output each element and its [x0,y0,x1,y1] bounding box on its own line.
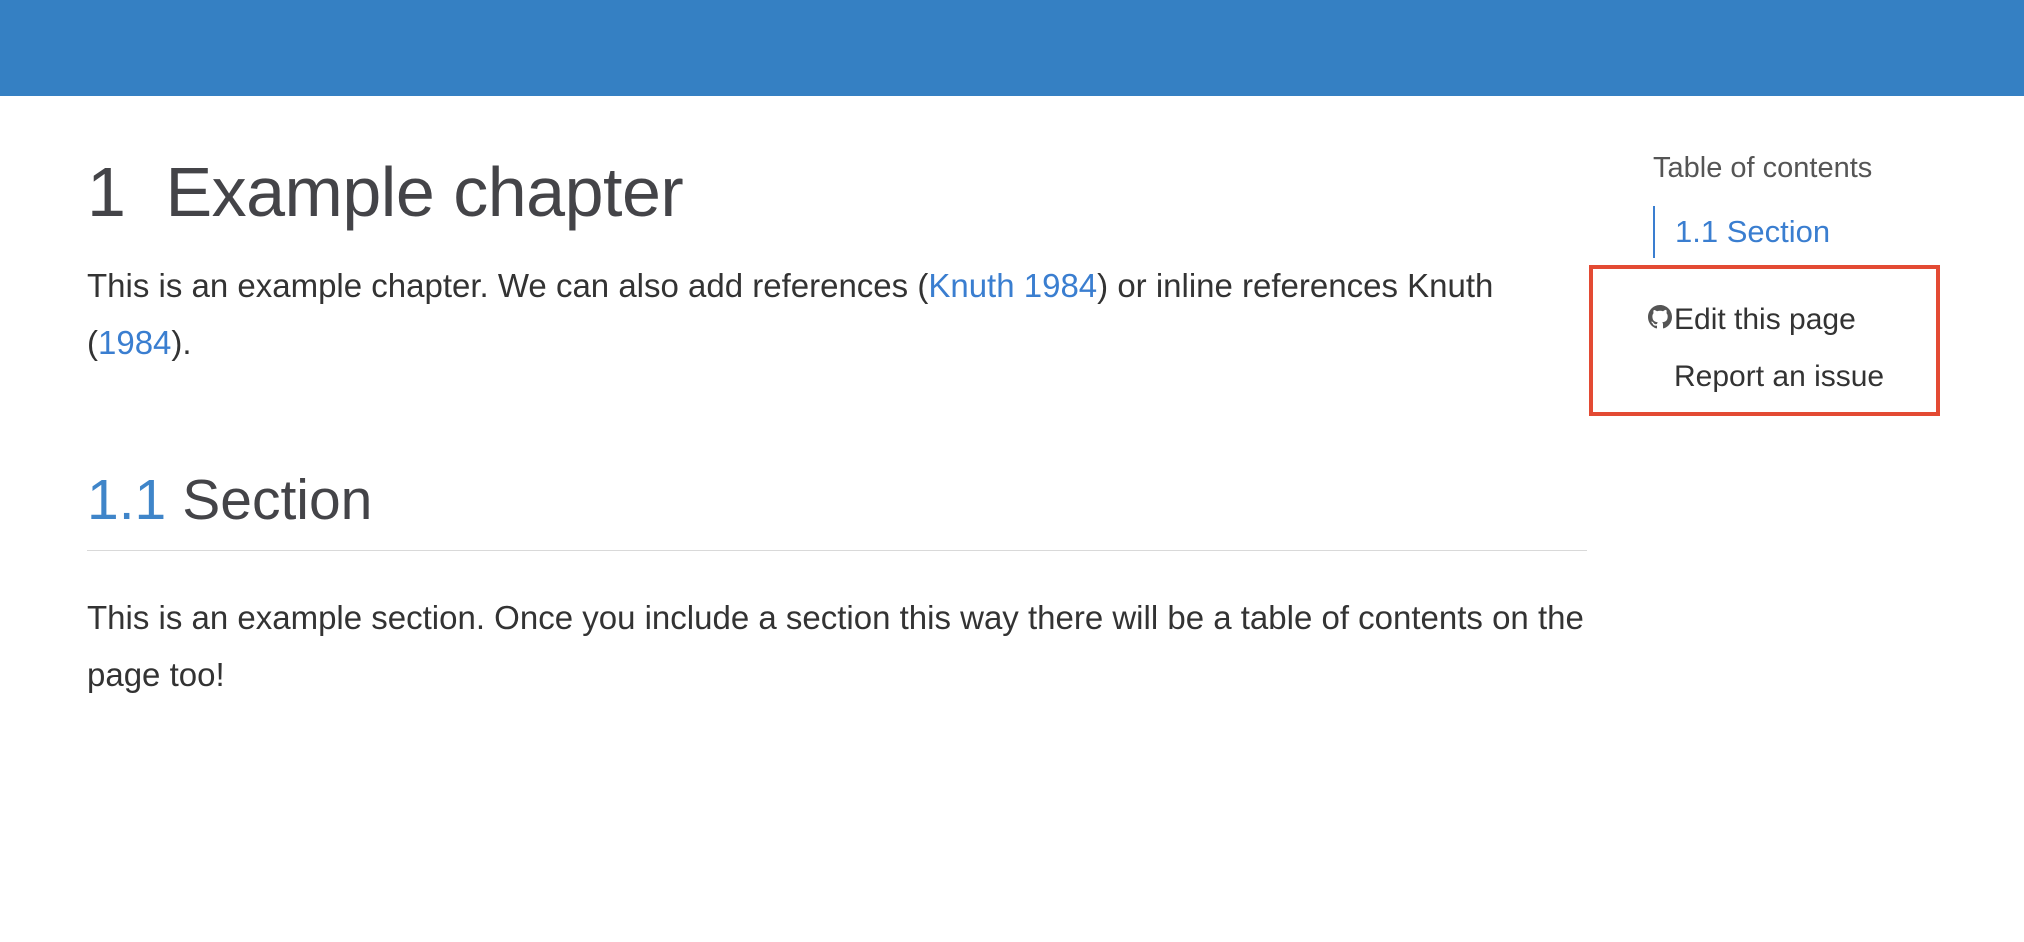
section-body: This is an example section. Once you inc… [87,598,1584,693]
toc-item-section[interactable]: 1.1 Section [1675,214,1830,250]
page-actions-highlight: Edit this page Report an issue [1589,265,1940,416]
report-issue-link[interactable]: Report an issue [1674,357,1884,397]
chapter-intro: This is an example chapter. We can also … [87,257,1587,371]
toc-list: 1.1 Section [1653,206,1983,258]
top-navbar [0,0,2024,96]
reference-link-1984[interactable]: 1984 [98,324,171,361]
reference-link-knuth-1984[interactable]: Knuth 1984 [928,267,1097,304]
section-heading: 1.1 Section [87,469,1587,551]
section-number: 1.1 [87,468,167,532]
section-title: Section [182,468,373,532]
chapter-number: 1 [87,153,126,231]
intro-text-1: This is an example chapter. We can also … [87,267,929,304]
chapter-title-text: Example chapter [165,153,684,231]
table-of-contents: Table of contents 1.1 Section [1653,148,1983,258]
toc-title: Table of contents [1653,152,1873,184]
main-content: 1 Example chapter This is an example chap… [87,96,1587,703]
chapter-title: 1 Example chapter [87,154,1587,231]
edit-page-link[interactable]: Edit this page [1674,300,1856,340]
intro-text-3: ). [171,324,192,361]
github-icon [1648,305,1672,329]
